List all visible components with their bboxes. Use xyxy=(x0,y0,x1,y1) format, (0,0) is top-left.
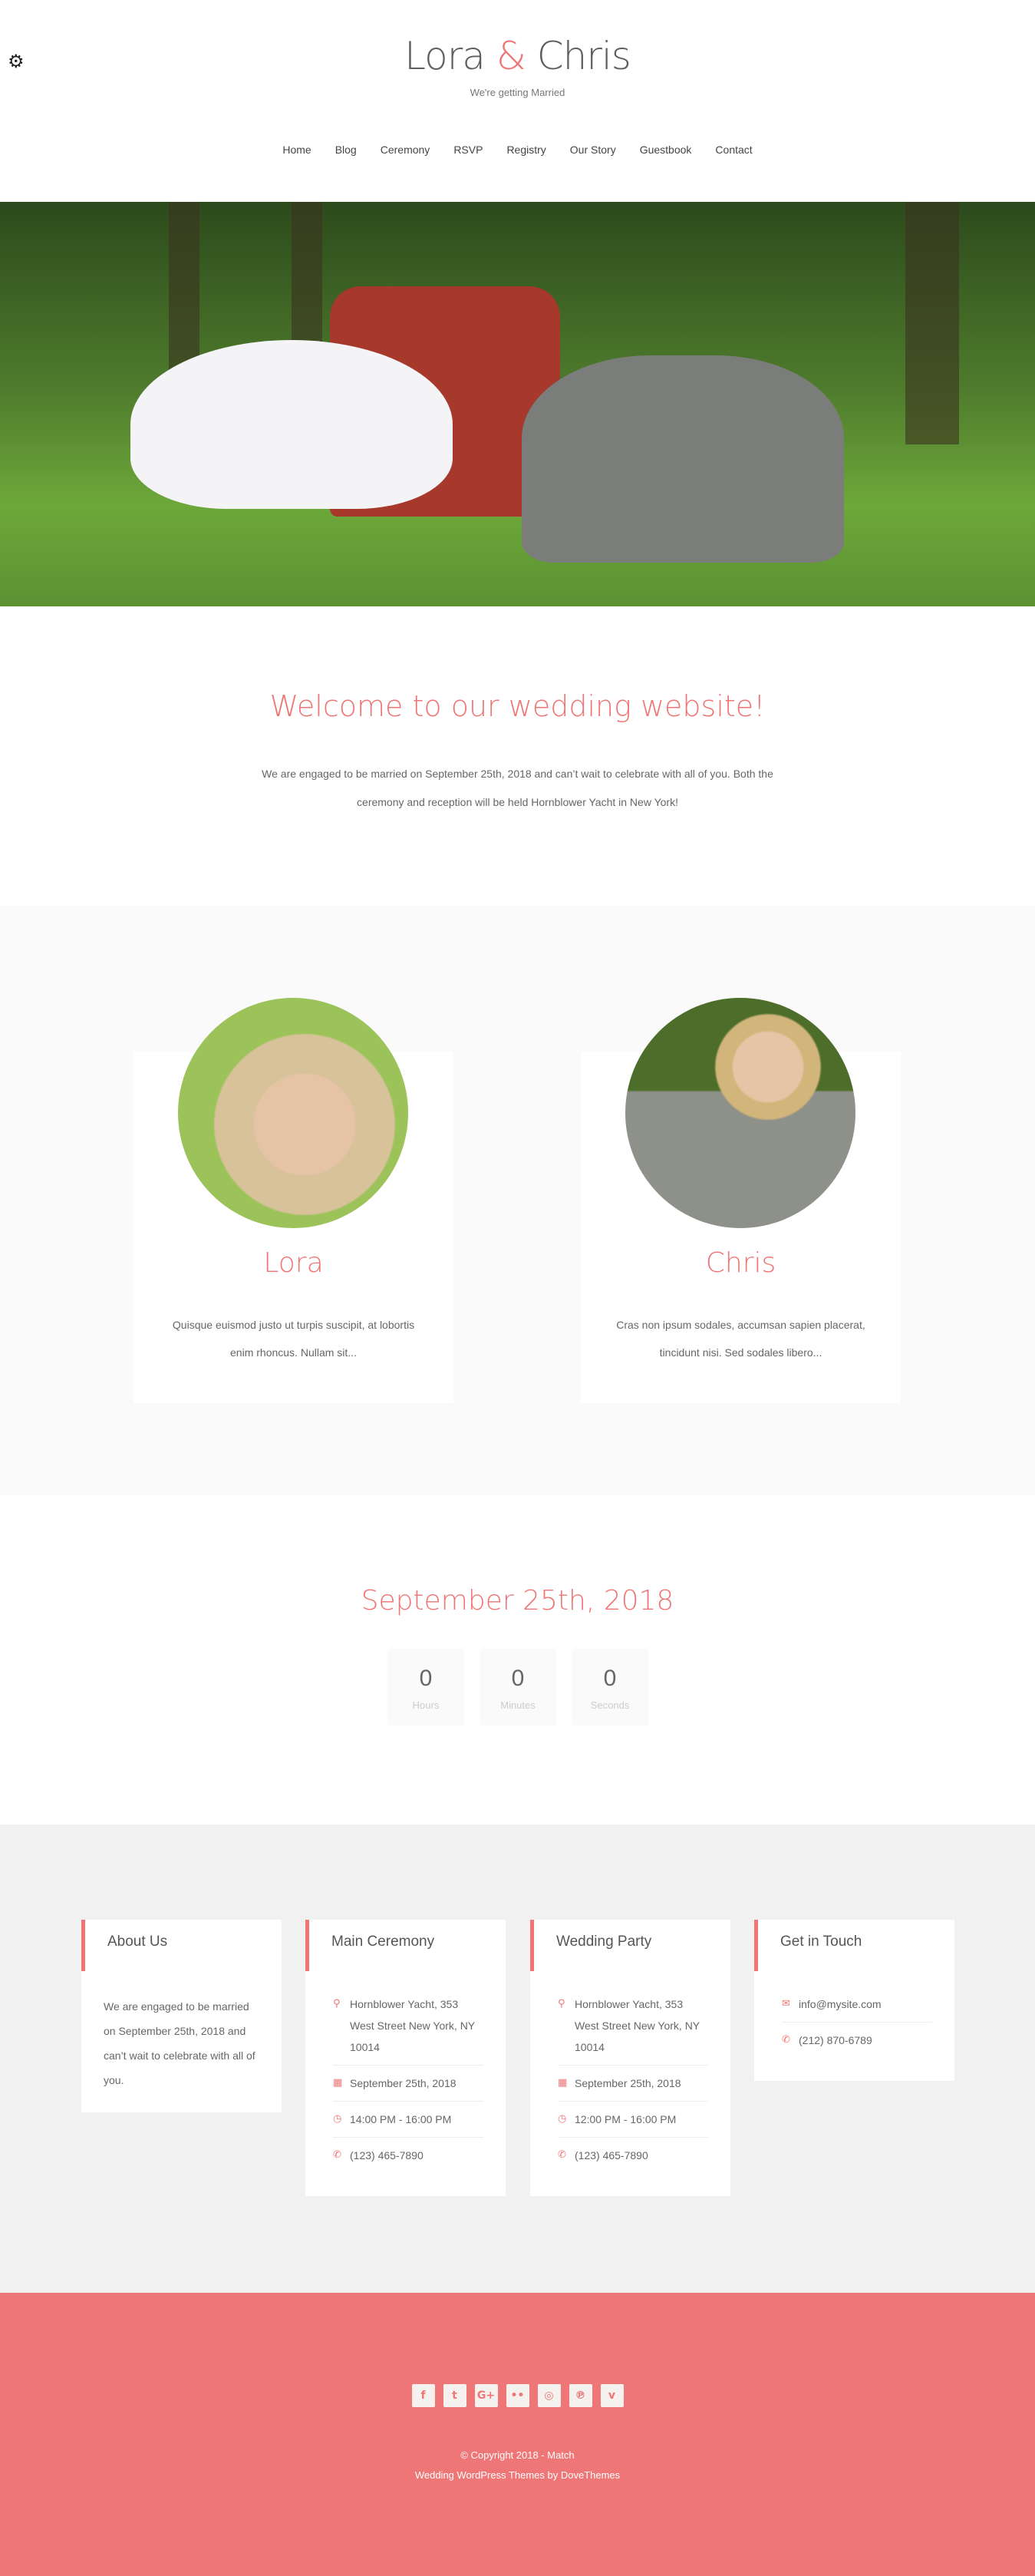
site-header: Lora & Chris We're getting Married Home … xyxy=(0,0,1035,202)
logo-name-1: Lora xyxy=(404,34,496,78)
countdown-minutes: 0 Minutes xyxy=(480,1649,556,1726)
party-date: ▦ September 25th, 2018 xyxy=(558,2066,708,2102)
contact-widget: Get in Touch ✉ info@mysite.com ✆ (212) 870… xyxy=(754,1920,954,2081)
groom-card: Chris Cras non ipsum sodales, accumsan s… xyxy=(581,998,901,1403)
countdown-label: Minutes xyxy=(500,1699,536,1711)
email-text[interactable]: info@mysite.com xyxy=(799,1998,882,2010)
countdown-value: 0 xyxy=(511,1666,525,1691)
nav-registry[interactable]: Registry xyxy=(506,144,546,156)
widget-title: Main Ceremony xyxy=(305,1920,506,1971)
widget-title: Wedding Party xyxy=(530,1920,730,1971)
nav-blog[interactable]: Blog xyxy=(335,144,357,156)
site-footer: f t G+ •• ◎ ℗ v © Copyright 2018 - Match… xyxy=(0,2293,1035,2576)
hero-bride xyxy=(130,340,453,509)
twitter-icon[interactable]: t xyxy=(443,2384,466,2407)
site-tagline: We're getting Married xyxy=(470,87,565,98)
pinterest-icon[interactable]: ℗ xyxy=(569,2384,592,2407)
hero-tree xyxy=(905,202,959,445)
widget-title: About Us xyxy=(81,1920,282,1971)
welcome-title: Welcome to our wedding website! xyxy=(269,689,766,723)
copyright-text: © Copyright 2018 - Match xyxy=(460,2449,575,2461)
countdown-value: 0 xyxy=(603,1666,617,1691)
ceremony-phone: ✆ (123) 465-7890 xyxy=(333,2138,483,2173)
ceremony-date: ▦ September 25th, 2018 xyxy=(333,2066,483,2102)
nav-rsvp[interactable]: RSVP xyxy=(453,144,483,156)
google-plus-icon[interactable]: G+ xyxy=(474,2384,498,2407)
welcome-section: Welcome to our wedding website! We are e… xyxy=(0,606,1035,906)
time-text: 12:00 PM - 16:00 PM xyxy=(575,2113,677,2125)
party-time: ◷ 12:00 PM - 16:00 PM xyxy=(558,2102,708,2138)
phone-text: (212) 870-6789 xyxy=(799,2034,872,2046)
about-text: We are engaged to be married on Septembe… xyxy=(104,2000,255,2086)
calendar-icon: ▦ xyxy=(558,2077,568,2089)
footer-copy: © Copyright 2018 - Match Wedding WordPre… xyxy=(0,2446,1035,2485)
flickr-icon[interactable]: •• xyxy=(506,2384,529,2407)
ceremony-time: ◷ 14:00 PM - 16:00 PM xyxy=(333,2102,483,2138)
party-address: ⚲ Hornblower Yacht, 353 West Street New Y… xyxy=(558,1986,708,2066)
facebook-icon[interactable]: f xyxy=(411,2384,435,2407)
phone-text: (123) 465-7890 xyxy=(575,2149,648,2162)
countdown-section: September 25th, 2018 0 Hours 0 Minutes 0 Se… xyxy=(0,1495,1035,1825)
ceremony-address: ⚲ Hornblower Yacht, 353 West Street New Y… xyxy=(333,1986,483,2066)
clock-icon: ◷ xyxy=(558,2113,567,2125)
widget-title: Get in Touch xyxy=(754,1920,954,1971)
contact-email[interactable]: ✉ info@mysite.com xyxy=(782,1986,932,2023)
bride-bio: Quisque euismod justo ut turpis suscipit… xyxy=(172,1319,415,1359)
couple-section: Lora Quisque euismod justo ut turpis sus… xyxy=(0,906,1035,1495)
bride-photo xyxy=(178,998,408,1228)
date-text: September 25th, 2018 xyxy=(350,2077,457,2089)
info-widgets: About Us We are engaged to be married on… xyxy=(0,1825,1035,2293)
address-text: Hornblower Yacht, 353 West Street New Yo… xyxy=(575,1998,700,2053)
main-nav: Home Blog Ceremony RSVP Registry Our Sto… xyxy=(0,144,1035,156)
contact-phone: ✆ (212) 870-6789 xyxy=(782,2023,932,2058)
ceremony-widget: Main Ceremony ⚲ Hornblower Yacht, 353 Wes… xyxy=(305,1920,506,2196)
groom-bio: Cras non ipsum sodales, accumsan sapien … xyxy=(616,1319,865,1359)
bride-name: Lora xyxy=(263,1247,324,1279)
social-links: f t G+ •• ◎ ℗ v xyxy=(0,2384,1035,2407)
party-widget: Wedding Party ⚲ Hornblower Yacht, 353 Wes… xyxy=(530,1920,730,2196)
hero-image xyxy=(0,202,1035,606)
instagram-icon[interactable]: ◎ xyxy=(537,2384,561,2407)
countdown-value: 0 xyxy=(419,1666,433,1691)
phone-text: (123) 465-7890 xyxy=(350,2149,424,2162)
map-marker-icon: ⚲ xyxy=(333,1998,341,2010)
phone-icon: ✆ xyxy=(782,2034,790,2046)
nav-home[interactable]: Home xyxy=(282,144,311,156)
address-text: Hornblower Yacht, 353 West Street New Yo… xyxy=(350,1998,475,2053)
about-widget: About Us We are engaged to be married on… xyxy=(81,1920,282,2112)
countdown-hours: 0 Hours xyxy=(387,1649,464,1726)
nav-ceremony[interactable]: Ceremony xyxy=(381,144,430,156)
phone-icon: ✆ xyxy=(333,2149,341,2161)
date-text: September 25th, 2018 xyxy=(575,2077,681,2089)
map-marker-icon: ⚲ xyxy=(558,1998,565,2010)
calendar-icon: ▦ xyxy=(333,2077,343,2089)
wedding-date: September 25th, 2018 xyxy=(361,1585,674,1617)
time-text: 14:00 PM - 16:00 PM xyxy=(350,2113,452,2125)
logo-ampersand: & xyxy=(496,34,526,78)
envelope-icon: ✉ xyxy=(782,1998,790,2010)
nav-guestbook[interactable]: Guestbook xyxy=(640,144,692,156)
party-phone: ✆ (123) 465-7890 xyxy=(558,2138,708,2173)
logo-name-2: Chris xyxy=(525,34,631,78)
theme-credit[interactable]: Wedding WordPress Themes by DoveThemes xyxy=(0,2465,1035,2485)
nav-contact[interactable]: Contact xyxy=(715,144,752,156)
nav-our-story[interactable]: Our Story xyxy=(570,144,616,156)
bride-card: Lora Quisque euismod justo ut turpis sus… xyxy=(133,998,453,1403)
phone-icon: ✆ xyxy=(558,2149,566,2161)
welcome-text: We are engaged to be married on Septembe… xyxy=(262,768,773,808)
groom-photo xyxy=(625,998,855,1228)
countdown-label: Hours xyxy=(412,1699,440,1711)
groom-name: Chris xyxy=(705,1247,776,1279)
site-logo[interactable]: Lora & Chris xyxy=(0,34,1035,78)
countdown-seconds: 0 Seconds xyxy=(572,1649,648,1726)
vimeo-icon[interactable]: v xyxy=(600,2384,624,2407)
clock-icon: ◷ xyxy=(333,2113,342,2125)
hero-groom xyxy=(522,355,844,563)
countdown-label: Seconds xyxy=(590,1699,630,1711)
